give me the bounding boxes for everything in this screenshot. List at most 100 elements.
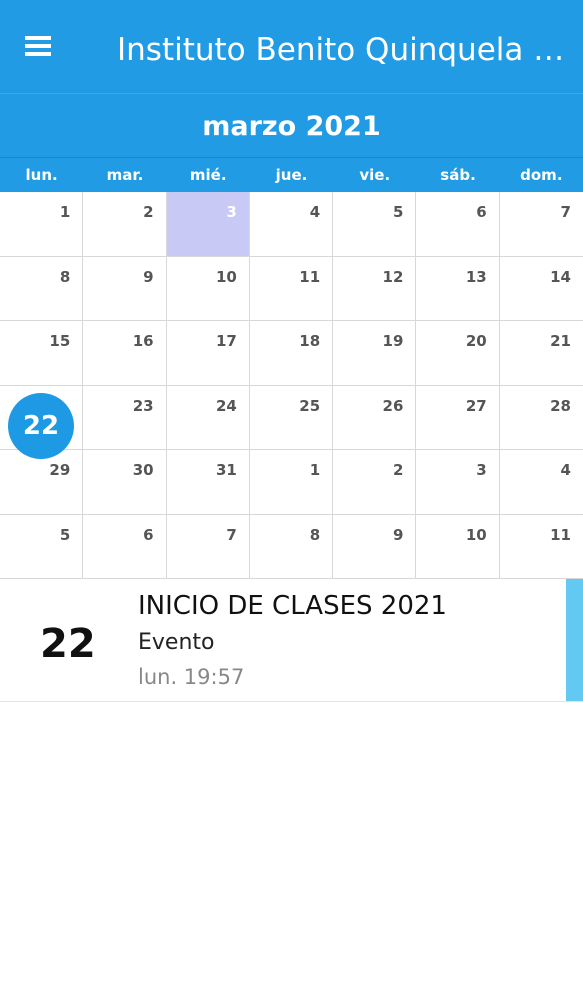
day-number: 23 [132, 396, 154, 415]
calendar-day-cell[interactable]: 10 [416, 514, 500, 579]
calendar-day-cell[interactable]: 16 [83, 321, 167, 386]
calendar-day-cell[interactable]: 27 [416, 385, 500, 450]
day-number: 8 [309, 525, 321, 544]
month-label: marzo 2021 [202, 110, 381, 142]
calendar-day-cell[interactable]: 14 [499, 257, 583, 321]
weekday-label: dom. [520, 166, 563, 184]
calendar-day-cell[interactable]: 1 [249, 450, 334, 515]
calendar-day-cell[interactable]: 7 [166, 514, 250, 579]
calendar-day-cell[interactable]: 26 [333, 385, 417, 450]
calendar-day-cell[interactable]: 3 [166, 192, 250, 257]
weekday-label: mar. [106, 166, 144, 184]
day-number: 5 [59, 525, 71, 544]
calendar-day-cell[interactable]: 11 [499, 515, 583, 579]
event-type: Evento [138, 630, 215, 655]
calendar-day-cell[interactable]: 2222 [0, 385, 84, 459]
menu-button[interactable] [16, 24, 60, 68]
day-number: 17 [215, 332, 237, 350]
day-number: 2 [392, 461, 404, 479]
day-number: 9 [143, 267, 154, 286]
weekday-label: sáb. [440, 166, 476, 184]
day-number: 15 [49, 332, 71, 350]
day-number: 12 [382, 267, 404, 286]
selected-day-indicator: 22 [8, 392, 74, 459]
day-number: 3 [226, 203, 237, 221]
calendar-day-cell[interactable]: 8 [0, 256, 84, 321]
calendar-day-cell[interactable]: 10 [166, 256, 250, 321]
day-number: 27 [465, 396, 487, 415]
weekday-label: lun. [25, 166, 58, 184]
day-number: 18 [299, 332, 321, 350]
calendar-day-cell[interactable]: 3 [416, 450, 500, 515]
event-item[interactable]: 22 INICIO DE CLASES 2021 Evento lun. 19:… [0, 579, 583, 702]
day-number: 10 [465, 525, 487, 544]
day-number: 19 [382, 332, 404, 350]
day-number: 25 [299, 396, 321, 415]
hamburger-menu-icon [25, 36, 51, 56]
weekday-label: mié. [189, 166, 227, 184]
calendar-day-cell[interactable]: 6 [416, 192, 500, 257]
calendar-day-cell[interactable]: 19 [333, 321, 417, 386]
day-number: 4 [309, 203, 321, 221]
day-number: 1 [59, 203, 71, 221]
calendar-day-cell[interactable]: 2 [333, 450, 417, 515]
calendar-day-cell[interactable]: 12 [333, 256, 417, 321]
day-number: 10 [215, 267, 237, 286]
day-number: 3 [476, 461, 487, 479]
calendar-day-cell[interactable]: 9 [333, 514, 417, 579]
app-bar: Instituto Benito Quinquela Ma... [0, 0, 583, 93]
day-number: 7 [226, 525, 237, 544]
calendar-day-cell[interactable]: 20 [416, 321, 500, 386]
calendar-day-cell[interactable]: 8 [249, 514, 334, 579]
calendar-day-cell[interactable]: 4 [499, 450, 583, 515]
calendar-day-cell[interactable]: 17 [166, 321, 250, 386]
day-number: 6 [476, 203, 487, 221]
day-number: 26 [382, 396, 404, 415]
day-number: 16 [132, 332, 154, 350]
calendar-day-cell[interactable]: 15 [0, 321, 84, 386]
event-title: INICIO DE CLASES 2021 [138, 591, 447, 621]
calendar-day-cell[interactable]: 6 [83, 514, 167, 579]
day-number: 8 [59, 267, 71, 286]
calendar-day-cell[interactable]: 5 [0, 514, 84, 579]
calendar-day-cell[interactable]: 11 [249, 256, 334, 321]
day-number: 11 [550, 525, 571, 544]
calendar-day-cell[interactable]: 18 [249, 321, 334, 386]
day-number: 9 [392, 525, 404, 544]
calendar-day-cell[interactable]: 9 [83, 256, 167, 321]
day-number: 4 [560, 461, 571, 479]
event-time: lun. 19:57 [138, 665, 245, 689]
calendar-day-cell[interactable]: 25 [249, 385, 334, 450]
app-title: Instituto Benito Quinquela Ma... [117, 32, 572, 68]
day-number: 11 [299, 267, 321, 286]
calendar-day-cell[interactable]: 1 [0, 192, 84, 257]
calendar-day-cell[interactable]: 28 [499, 386, 583, 450]
day-number: 24 [215, 396, 237, 415]
day-number: 13 [465, 267, 487, 286]
event-accent-bar [566, 579, 583, 701]
day-number: 6 [143, 525, 154, 544]
calendar-day-cell[interactable]: 4 [249, 192, 334, 257]
calendar-day-cell[interactable]: 5 [333, 192, 417, 257]
calendar-day-cell[interactable]: 30 [83, 450, 167, 515]
day-number: 29 [49, 461, 71, 479]
calendar-day-cell[interactable]: 29 [0, 450, 84, 515]
calendar-day-cell[interactable]: 24 [166, 385, 250, 450]
weekday-label: vie. [359, 166, 391, 184]
day-number: 1 [309, 461, 321, 479]
calendar-grid: 1234567891011121314151617181920212222232… [0, 192, 583, 579]
calendar-day-cell[interactable]: 2 [83, 192, 167, 257]
day-number: 28 [550, 396, 571, 415]
calendar-day-cell[interactable]: 23 [83, 385, 167, 450]
weekday-label: jue. [275, 166, 308, 184]
calendar-day-cell[interactable]: 7 [499, 192, 583, 257]
calendar-day-cell[interactable]: 21 [499, 321, 583, 386]
day-number: 21 [550, 332, 571, 350]
calendar-day-cell[interactable]: 31 [166, 450, 250, 515]
weekday-header: lun. mar. mié. jue. vie. sáb. dom. [0, 158, 583, 192]
day-number: 30 [132, 461, 154, 479]
calendar-day-cell[interactable]: 13 [416, 256, 500, 321]
event-day: 22 [40, 621, 96, 667]
day-number: 31 [215, 461, 237, 479]
day-number: 20 [465, 332, 487, 350]
